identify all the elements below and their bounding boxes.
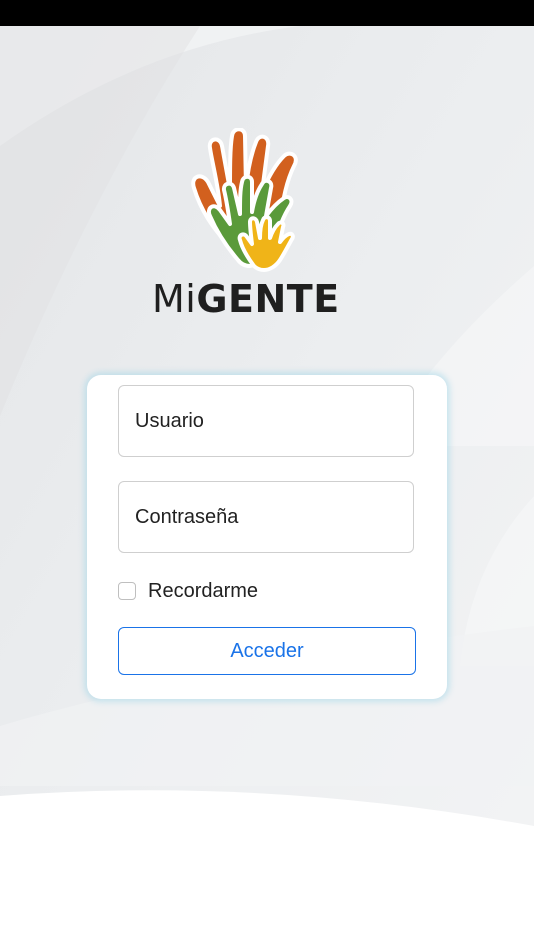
remember-me-label: Recordarme [148, 579, 259, 602]
remember-me-row[interactable]: Recordarme [118, 578, 258, 604]
status-bar [0, 0, 534, 26]
remember-me-checkbox[interactable] [118, 582, 136, 600]
hands-logo-icon [191, 128, 298, 272]
migente-logo: MiGENTE [150, 128, 366, 322]
login-card: Recordarme Acceder [87, 375, 447, 699]
brand-prefix: Mi [152, 277, 197, 321]
brand-name: GENTE [196, 277, 340, 321]
username-field[interactable] [118, 385, 414, 457]
username-input[interactable] [119, 386, 413, 456]
brand-wordmark: MiGENTE [152, 276, 366, 322]
password-input[interactable] [119, 482, 413, 552]
password-field[interactable] [118, 481, 414, 553]
login-button[interactable]: Acceder [118, 627, 416, 675]
